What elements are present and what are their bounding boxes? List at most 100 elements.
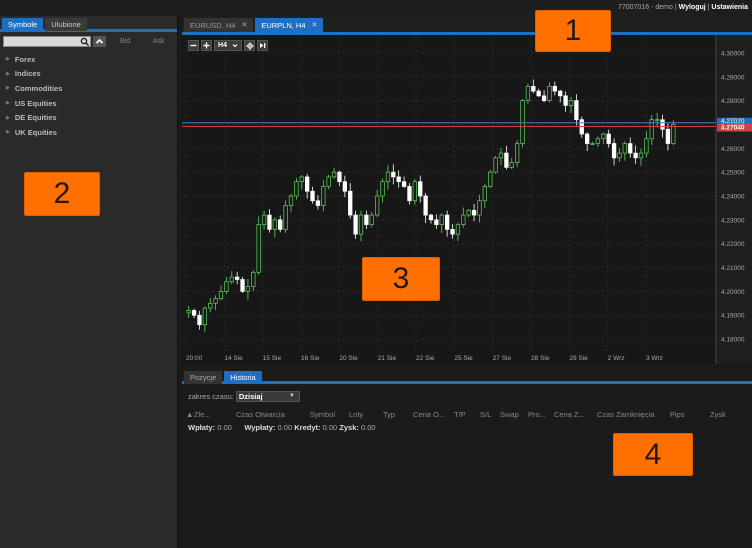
col-cena-zamkniecia[interactable]: Cena Z... — [554, 410, 585, 419]
group-uk-equities[interactable]: ▶ UK Equities — [0, 125, 177, 140]
candle-body — [655, 119, 660, 122]
timeframe-select[interactable]: H4 — [214, 40, 242, 51]
settings-link[interactable]: Ustawienia — [711, 4, 748, 11]
candle-body — [644, 138, 649, 154]
marker-3: 3 — [362, 257, 440, 301]
candle-body — [482, 186, 487, 202]
time-range-select[interactable]: Dzisiaj ▼ — [235, 391, 300, 402]
candle-body — [299, 176, 304, 183]
expand-arrow-icon: ▶ — [6, 114, 10, 121]
col-symbol[interactable]: Symbol — [310, 410, 335, 419]
marker-1: 1 — [535, 10, 611, 52]
x-tick-label: 21 Sie — [378, 355, 397, 362]
candle-body — [245, 286, 251, 292]
candle-body — [385, 171, 391, 183]
symbol-search-input[interactable] — [3, 36, 91, 47]
col-loty[interactable]: Loty — [349, 410, 363, 419]
candle-body — [256, 224, 261, 273]
col-cena-otwarcia[interactable]: Cena O... — [413, 410, 445, 419]
candle-body — [358, 214, 364, 235]
y-tick-label: 4.21000 — [721, 265, 745, 272]
group-de-equities[interactable]: ▶ DE Equities — [0, 110, 177, 125]
deposits-value: 0.00 — [217, 423, 232, 432]
tab-eurpln-h4[interactable]: EURPLN, H4 ✕ — [255, 18, 324, 32]
candle-body — [509, 162, 514, 168]
trade-tabs: Pozycje Historia — [182, 368, 752, 384]
x-tick-label: 25 Sie — [454, 355, 473, 362]
tab-pozycje[interactable]: Pozycje — [184, 371, 223, 384]
col-zlecenie[interactable]: Zle... — [194, 410, 211, 419]
col-tp[interactable]: T/P — [454, 410, 466, 419]
search-icon[interactable] — [80, 37, 90, 47]
profit-value: 0.00 — [360, 423, 376, 432]
zoom-in-button[interactable] — [201, 40, 212, 51]
candle-body — [369, 214, 374, 225]
price-chart[interactable]: 4.270704.27040 4.300004.290004.280004.27… — [182, 35, 752, 364]
marker-2: 2 — [24, 172, 100, 216]
group-indices[interactable]: ▶ Indices — [0, 67, 177, 82]
candle-body — [375, 195, 380, 216]
chart-plot-bg — [182, 35, 716, 364]
group-forex[interactable]: ▶ Forex — [0, 52, 177, 67]
x-tick-label: 2 Wrz — [608, 355, 625, 362]
tab-ulubione[interactable]: Ulubione — [45, 18, 87, 31]
tab-eurusd-h4[interactable]: EURUSD, H4 ✕ — [184, 18, 254, 32]
withdrawals-label: Wypłaty: — [244, 423, 276, 432]
col-prowizja[interactable]: Pro... — [528, 410, 546, 419]
candle-body — [428, 214, 434, 221]
candle-body — [261, 214, 267, 225]
group-commodities[interactable]: ▶ Commodities — [0, 81, 177, 96]
col-czas-zamkniecia[interactable]: Czas Zamknięcia — [597, 410, 655, 419]
y-axis: 4.30000 4.29000 4.28000 4.27000 4.26000 4.250… — [715, 35, 745, 364]
chevron-down-icon — [232, 44, 238, 48]
candle-body — [515, 143, 520, 163]
candle-body — [191, 310, 197, 316]
candle-body — [466, 209, 471, 216]
chart-area: EURUSD, H4 ✕ EURPLN, H4 ✕ 4.27070 4.27040 4… — [182, 16, 752, 364]
col-zysk[interactable]: Zysk — [710, 410, 726, 419]
profit-label: Zysk: — [339, 423, 359, 432]
close-icon[interactable]: ✕ — [241, 21, 247, 29]
col-typ[interactable]: Typ — [383, 410, 395, 419]
y-tick-label: 4.25000 — [721, 170, 745, 177]
x-tick-label: 29 Sie — [569, 355, 588, 362]
col-swap[interactable]: Swap — [500, 410, 519, 419]
group-us-equities[interactable]: ▶ US Equities — [0, 96, 177, 111]
collapse-button[interactable] — [93, 36, 106, 47]
candle-body — [498, 152, 504, 159]
candle-body — [235, 276, 240, 280]
x-tick-label: 15 Sie — [263, 355, 282, 362]
candle-body — [202, 307, 207, 326]
account-id: 77007016 - demo — [618, 4, 673, 11]
close-icon[interactable]: ✕ — [312, 21, 318, 29]
candle-body — [520, 100, 525, 144]
scroll-end-button[interactable] — [257, 40, 268, 51]
ask-column-header: Ask — [153, 38, 165, 45]
sort-up-icon[interactable]: ▲ — [186, 410, 193, 419]
expand-arrow-icon: ▶ — [6, 56, 10, 63]
x-tick-label: 14 Sie — [224, 355, 243, 362]
search-row: Bid Ask — [0, 34, 177, 50]
plus-icon — [203, 42, 210, 49]
credit-value: 0.00 — [322, 423, 338, 432]
candle-body — [197, 314, 202, 326]
col-pips[interactable]: Pips — [670, 410, 685, 419]
col-sl[interactable]: S/L — [480, 410, 491, 419]
zoom-out-button[interactable] — [188, 40, 199, 51]
candle-body — [638, 152, 644, 159]
candle-body — [574, 100, 579, 121]
candle-body — [590, 143, 595, 145]
crosshair-button[interactable] — [244, 40, 255, 51]
chart-tabs: EURUSD, H4 ✕ EURPLN, H4 ✕ — [182, 18, 324, 32]
y-tick-label: 4.19000 — [721, 313, 745, 320]
col-czas-otwarcia[interactable]: Czas Otwarcia — [236, 410, 285, 419]
tab-symbole[interactable]: Symbole — [2, 18, 44, 31]
candle-body — [445, 214, 450, 230]
candle-body — [213, 298, 218, 304]
tab-historia[interactable]: Historia — [224, 371, 262, 384]
credit-label: Kredyt: — [294, 423, 321, 432]
candle-body — [461, 214, 466, 225]
timeframe-label: H4 — [218, 42, 227, 49]
candle-body — [412, 181, 417, 202]
logout-link[interactable]: Wyloguj — [679, 4, 706, 11]
